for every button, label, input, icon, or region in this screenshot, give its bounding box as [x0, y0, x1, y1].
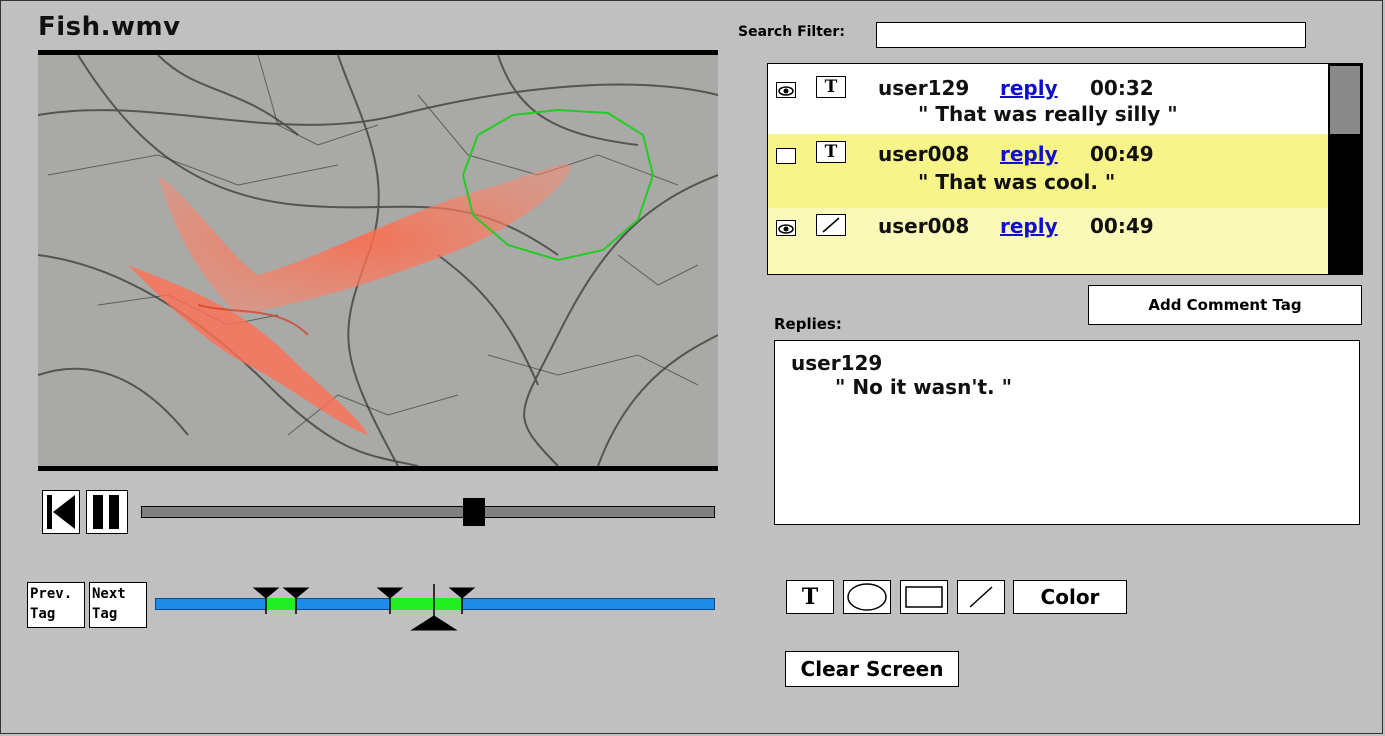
next-tag-label-2: Tag — [92, 606, 118, 622]
pen-tool-icon — [969, 586, 993, 608]
restart-button[interactable] — [42, 490, 80, 534]
visibility-toggle[interactable] — [776, 82, 796, 98]
seek-thumb[interactable] — [462, 498, 485, 526]
pause-button[interactable] — [86, 490, 128, 534]
pen-tool-button[interactable] — [957, 580, 1005, 614]
search-label: Search Filter: — [738, 24, 845, 40]
eye-icon — [778, 224, 794, 234]
video-title: Fish.wmv — [38, 12, 181, 42]
prev-tag-button[interactable]: Prev. Tag — [27, 582, 85, 628]
replies-box: user129 " No it wasn't. " — [774, 340, 1360, 525]
comment-text: " That was really silly " — [918, 102, 1178, 126]
scrollbar-thumb[interactable] — [1330, 66, 1360, 134]
next-tag-button[interactable]: Next Tag — [89, 582, 147, 628]
comment-time: 00:32 — [1090, 76, 1154, 100]
tag-marker-icon — [282, 587, 310, 599]
rectangle-tool-button[interactable] — [900, 580, 948, 614]
reply-text: " No it wasn't. " — [835, 375, 1012, 399]
add-comment-tag-button[interactable]: Add Comment Tag — [1088, 285, 1362, 325]
replies-label: Replies: — [774, 315, 842, 333]
clear-screen-button[interactable]: Clear Screen — [785, 651, 959, 687]
playhead-icon — [410, 615, 458, 631]
text-tool-icon: T — [816, 76, 846, 98]
color-button[interactable]: Color — [1013, 580, 1127, 614]
video-player[interactable] — [38, 50, 718, 471]
skip-to-start-icon — [47, 495, 75, 529]
prev-tag-label-1: Prev. — [30, 586, 73, 602]
tag-marker-icon — [448, 587, 476, 599]
comment-text: " That was cool. " — [918, 170, 1116, 194]
pen-tool-icon — [816, 214, 846, 236]
tag-markers — [252, 584, 476, 631]
eye-icon — [778, 86, 794, 96]
next-tag-label-1: Next — [92, 586, 126, 602]
reply-link[interactable]: reply — [1000, 76, 1058, 100]
reply-user: user129 — [791, 351, 883, 375]
search-input[interactable] — [876, 22, 1306, 48]
comment-list: T user129 reply 00:32 " That was really … — [767, 63, 1363, 275]
visibility-toggle[interactable] — [776, 220, 796, 236]
comment-time: 00:49 — [1090, 142, 1154, 166]
tag-marker-icon — [252, 587, 280, 599]
comment-time: 00:49 — [1090, 214, 1154, 238]
comment-user: user008 — [878, 214, 970, 238]
comment-row[interactable]: T user129 reply 00:32 " That was really … — [768, 64, 1328, 134]
text-tool-button[interactable]: T — [786, 580, 834, 614]
comment-row[interactable]: user008 reply 00:49 — [768, 208, 1328, 274]
comment-user: user129 — [878, 76, 970, 100]
tag-marker-icon — [376, 587, 404, 599]
text-tool-icon: T — [801, 584, 819, 610]
prev-tag-label-2: Tag — [30, 606, 56, 622]
ellipse-tool-button[interactable] — [843, 580, 891, 614]
rectangle-tool-icon — [905, 586, 943, 608]
pause-icon — [93, 495, 119, 529]
text-tool-icon: T — [816, 141, 846, 163]
comment-user: user008 — [878, 142, 970, 166]
reply-link[interactable]: reply — [1000, 142, 1058, 166]
comment-scrollbar[interactable] — [1328, 64, 1362, 274]
comment-row[interactable]: T user008 reply 00:49 " That was cool. " — [768, 134, 1328, 208]
seek-bar[interactable] — [141, 506, 715, 518]
reply-link[interactable]: reply — [1000, 214, 1058, 238]
ellipse-tool-icon — [847, 583, 887, 611]
visibility-toggle[interactable] — [776, 148, 796, 164]
video-frame — [38, 55, 718, 466]
